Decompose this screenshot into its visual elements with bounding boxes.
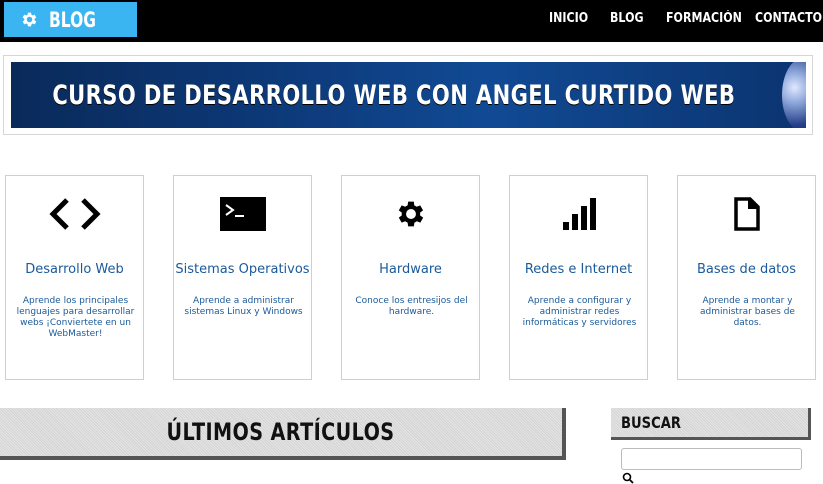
- card-description: Conoce los entresijos del hardware.: [355, 296, 468, 317]
- card-hardware[interactable]: Hardware Conoce los entresijos del hardw…: [341, 175, 480, 380]
- card-title[interactable]: Desarrollo Web: [6, 262, 143, 277]
- card-desarrollo-web[interactable]: Desarrollo Web Aprende los principales l…: [5, 175, 144, 380]
- search-widget-title: BUSCAR: [621, 413, 681, 432]
- card-description: Aprende a montar y administrar bases de …: [700, 296, 795, 328]
- card-description: Aprende los principales lenguajes para d…: [16, 296, 135, 339]
- card-bases-datos[interactable]: Bases de datos Aprende a montar y admini…: [677, 175, 816, 380]
- card-redes-internet[interactable]: Redes e Internet Aprende a configurar y …: [509, 175, 648, 380]
- nav-item-inicio[interactable]: INICIO: [549, 11, 588, 26]
- card-title[interactable]: Hardware: [342, 262, 479, 277]
- nav-item-blog[interactable]: BLOG: [610, 11, 644, 26]
- section-title: ÚLTIMOS ARTÍCULOS: [166, 418, 396, 446]
- nav-item-formacion[interactable]: FORMACIÓN: [666, 11, 742, 26]
- card-title[interactable]: Redes e Internet: [510, 262, 647, 277]
- latest-articles-heading: ÚLTIMOS ARTÍCULOS: [0, 408, 566, 460]
- globe-decoration: [782, 62, 806, 128]
- card-title[interactable]: Bases de datos: [678, 262, 815, 277]
- card-description: Aprende a administrar sistemas Linux y W…: [184, 296, 303, 317]
- card-title[interactable]: Sistemas Operativos: [174, 262, 311, 277]
- gear-icon: [342, 196, 479, 232]
- course-banner[interactable]: CURSO DE DESARROLLO WEB CON ANGEL CURTID…: [11, 62, 806, 128]
- terminal-icon: [174, 196, 311, 232]
- banner-frame: CURSO DE DESARROLLO WEB CON ANGEL CURTID…: [3, 55, 813, 135]
- search-input[interactable]: [621, 448, 802, 470]
- nav-item-contacto[interactable]: CONTACTO: [755, 11, 822, 26]
- banner-title: CURSO DE DESARROLLO WEB CON ANGEL CURTID…: [52, 79, 736, 111]
- search-widget-heading: BUSCAR: [611, 408, 811, 440]
- main-nav: INICIO BLOG FORMACIÓN CONTACTO: [0, 0, 823, 38]
- top-navbar: BLOG INICIO BLOG FORMACIÓN CONTACTO: [0, 0, 823, 42]
- card-description: Aprende a configurar y administrar redes…: [522, 296, 637, 328]
- document-icon: [678, 196, 815, 232]
- search-icon[interactable]: [621, 472, 635, 484]
- code-icon: [6, 196, 143, 232]
- card-sistemas-operativos[interactable]: Sistemas Operativos Aprende a administra…: [173, 175, 312, 380]
- signal-bars-icon: [510, 196, 647, 232]
